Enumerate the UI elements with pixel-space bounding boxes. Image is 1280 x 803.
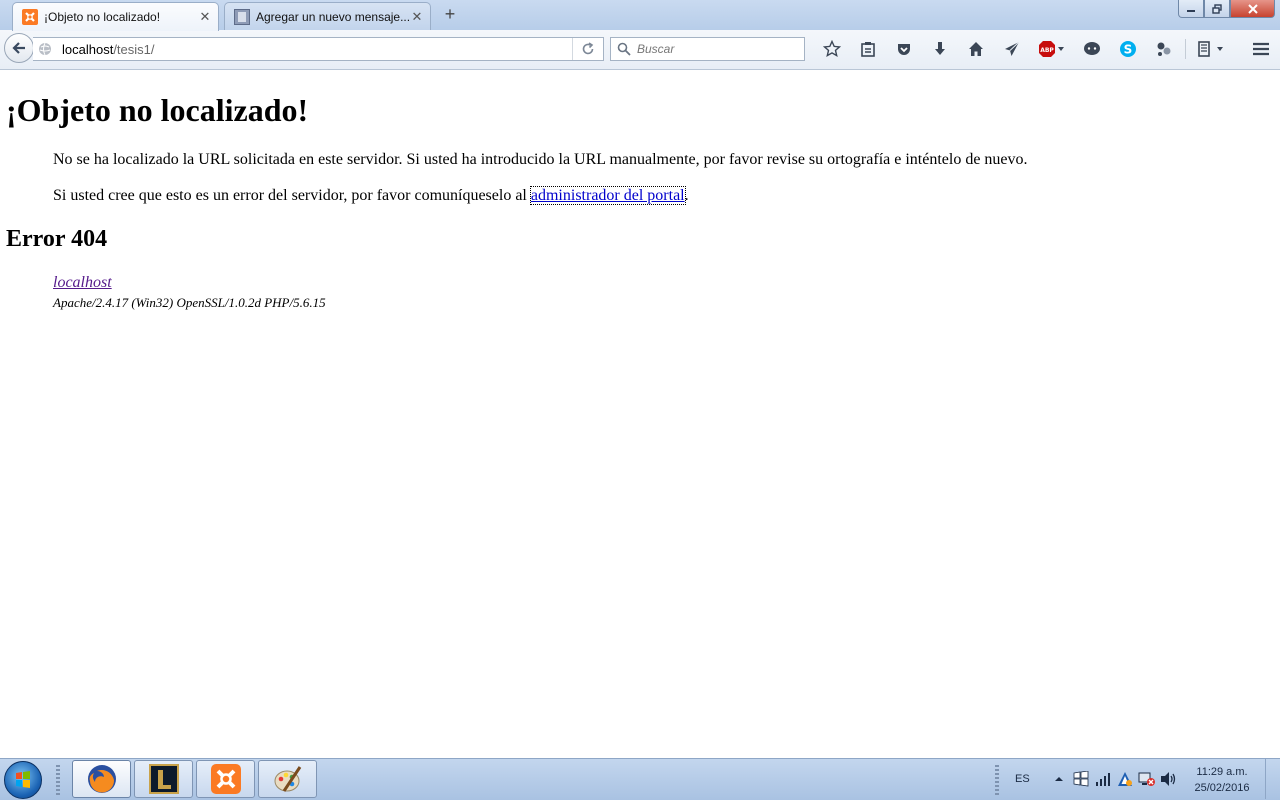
skype-button[interactable]: S	[1110, 38, 1146, 60]
server-address: localhost Apache/2.4.17 (Win32) OpenSSL/…	[53, 274, 326, 311]
clock-time: 11:29 a.m.	[1196, 766, 1248, 778]
windows-flag-icon	[1073, 771, 1089, 787]
clock-date: 25/02/2016	[1194, 782, 1250, 794]
tab-objeto-no-localizado[interactable]: ¡Objeto no localizado! ✕	[12, 2, 219, 31]
bookmark-star-button[interactable]	[814, 38, 850, 60]
show-desktop-button[interactable]	[1265, 759, 1280, 799]
tab-close-icon[interactable]: ✕	[197, 9, 213, 25]
speaker-icon	[1160, 772, 1175, 786]
paint-icon	[274, 766, 301, 792]
xampp-icon	[210, 764, 241, 794]
pocket-icon	[898, 44, 910, 55]
window-controls	[1178, 0, 1275, 18]
reload-button[interactable]	[572, 38, 603, 60]
network-status-tray[interactable]	[1136, 768, 1158, 790]
windows-logo-icon	[16, 771, 30, 788]
language-indicator[interactable]: ES	[1015, 773, 1030, 785]
message-prefix: Si usted cree que esto es un error del s…	[53, 187, 531, 204]
antivirus-icon	[1117, 772, 1132, 786]
star-icon	[823, 40, 841, 58]
adblock-plus-button[interactable]: ABP	[1030, 38, 1074, 60]
restore-button[interactable]	[1204, 0, 1230, 18]
volume-tray[interactable]	[1158, 768, 1180, 790]
xampp-favicon-icon	[22, 9, 38, 25]
action-center-tray[interactable]	[1070, 768, 1092, 790]
error-message: No se ha localizado la URL solicitada en…	[53, 151, 1028, 168]
new-tab-button[interactable]: +	[440, 5, 460, 25]
hamburger-menu-button[interactable]	[1250, 38, 1272, 60]
back-arrow-icon	[12, 42, 25, 54]
taskbar-paint[interactable]	[258, 760, 317, 798]
page-content: ¡Objeto no localizado! No se ha localiza…	[0, 70, 1280, 758]
chat-bubble-icon	[1084, 42, 1100, 55]
globe-icon	[39, 42, 51, 56]
svg-text:S: S	[1124, 43, 1133, 57]
skype-icon: S	[1120, 41, 1136, 57]
clipboard-icon	[861, 42, 875, 57]
localhost-link[interactable]: localhost	[53, 274, 112, 291]
search-placeholder: Buscar	[637, 42, 675, 56]
server-error-message: Si usted cree que esto es un error del s…	[53, 186, 689, 205]
home-button[interactable]	[958, 38, 994, 60]
downloads-button[interactable]	[922, 38, 958, 60]
chat-button[interactable]	[1074, 38, 1110, 60]
minimize-icon	[1187, 9, 1195, 12]
window-close-button[interactable]	[1230, 0, 1275, 18]
bookmarks-sidebar-icon	[1198, 41, 1223, 57]
tab-strip: ¡Objeto no localizado! ✕ Agregar un nuev…	[0, 0, 1280, 31]
taskbar-grip	[56, 765, 60, 795]
clipboard-extension-button[interactable]	[1189, 38, 1233, 60]
network-error-icon	[1138, 772, 1155, 786]
taskbar-xampp[interactable]	[196, 760, 255, 798]
url-bar[interactable]: localhost/tesis1/	[33, 37, 604, 61]
url-host: localhost	[62, 41, 114, 57]
network-tray[interactable]	[1092, 768, 1114, 790]
tab-close-icon[interactable]: ✕	[409, 9, 425, 25]
signal-bars-icon	[1095, 773, 1110, 786]
toolbar-separator	[1185, 39, 1186, 59]
tray-grip	[995, 765, 999, 795]
windows-taskbar: ES 11:29 a.m. 25/02/2016	[0, 758, 1280, 800]
taskbar-firefox[interactable]	[72, 760, 131, 798]
error-code-heading: Error 404	[6, 226, 108, 252]
admin-link[interactable]: administrador del portal	[529, 186, 686, 205]
chevron-up-icon	[1054, 777, 1063, 781]
tab-title: Agregar un nuevo mensaje...	[256, 9, 409, 24]
start-button[interactable]	[4, 761, 42, 799]
server-signature: Apache/2.4.17 (Win32) OpenSSL/1.0.2d PHP…	[53, 295, 326, 310]
league-of-legends-icon	[148, 764, 179, 794]
firefox-icon	[87, 765, 116, 793]
bookmarks-menu-button[interactable]	[850, 38, 886, 60]
url-path: /tesis1/	[113, 41, 155, 57]
adblock-plus-icon: ABP	[1039, 41, 1064, 57]
page-title: ¡Objeto no localizado!	[6, 92, 309, 128]
download-arrow-icon	[935, 42, 945, 55]
home-icon	[969, 42, 983, 56]
extension-button[interactable]	[1146, 38, 1182, 60]
toolbar-icons: ABP S	[814, 38, 1233, 60]
svg-text:ABP: ABP	[1040, 47, 1054, 54]
system-tray: ES	[1005, 759, 1180, 799]
tab-title: ¡Objeto no localizado!	[44, 10, 161, 24]
taskbar-clock[interactable]: 11:29 a.m. 25/02/2016	[1188, 764, 1256, 796]
page-favicon-icon	[234, 8, 250, 25]
pocket-button[interactable]	[886, 38, 922, 60]
reload-icon	[582, 42, 594, 55]
back-button[interactable]	[4, 33, 34, 63]
minimize-button[interactable]	[1178, 0, 1204, 18]
close-icon	[1247, 3, 1258, 14]
search-icon	[617, 42, 631, 56]
message-suffix: .	[684, 187, 689, 204]
hamburger-icon	[1253, 42, 1269, 56]
search-input[interactable]: Buscar	[610, 37, 805, 61]
restore-icon	[1212, 3, 1222, 14]
show-hidden-icons-button[interactable]	[1048, 768, 1070, 790]
tab-agregar-mensaje[interactable]: Agregar un nuevo mensaje... ✕	[224, 2, 431, 30]
taskbar-league-of-legends[interactable]	[134, 760, 193, 798]
send-button[interactable]	[994, 38, 1030, 60]
paper-plane-icon	[1005, 41, 1020, 56]
navigation-toolbar: localhost/tesis1/ Buscar ABP S	[0, 30, 1280, 70]
avast-tray[interactable]	[1114, 768, 1136, 790]
molecule-icon	[1157, 42, 1171, 56]
